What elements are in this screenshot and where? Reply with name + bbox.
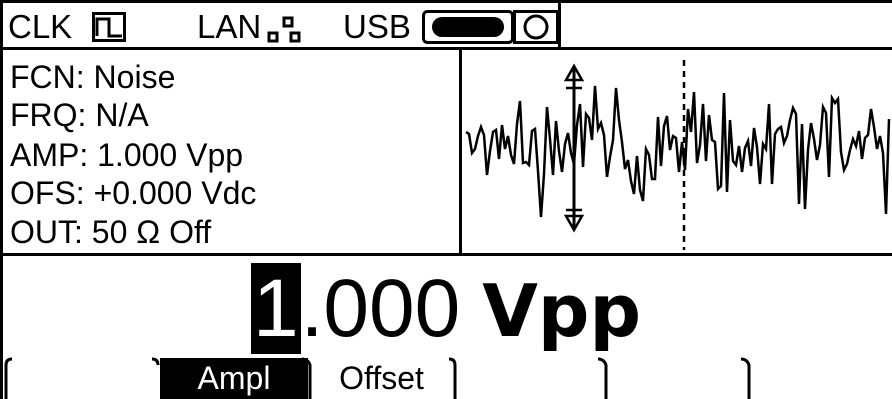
top-border xyxy=(0,0,892,3)
softkey-frames xyxy=(4,357,751,399)
status-end-divider xyxy=(558,0,561,48)
param-output: OUT: 50 Ω Off xyxy=(10,214,212,250)
param-function: FCN: Noise xyxy=(10,59,176,95)
usb-label: USB xyxy=(343,8,411,45)
waveform-preview xyxy=(465,60,891,250)
noise-trace xyxy=(465,85,891,218)
edit-value: 1.000 Vpp xyxy=(0,263,892,354)
param-amplitude: AMP: 1.000 Vpp xyxy=(10,137,244,173)
edit-cursor-digit[interactable]: 1 xyxy=(250,263,301,354)
clk-label: CLK xyxy=(8,8,73,45)
edit-value-rest: .000 xyxy=(300,263,461,354)
edit-value-unit: Vpp xyxy=(482,269,642,353)
clock-source-icon xyxy=(92,12,126,42)
usb-plug-icon xyxy=(422,10,514,44)
param-offset: OFS: +0.000 Vdc xyxy=(10,175,257,211)
generator-display: CLK LAN USB FCN: Noise FRQ: N/A AMP: 1.0… xyxy=(0,0,892,399)
lan-network-icon xyxy=(267,16,301,43)
usb-memory-icon xyxy=(513,10,559,44)
lan-label: LAN xyxy=(197,8,262,45)
param-frequency: FRQ: N/A xyxy=(10,97,149,133)
info-divider xyxy=(0,253,892,256)
